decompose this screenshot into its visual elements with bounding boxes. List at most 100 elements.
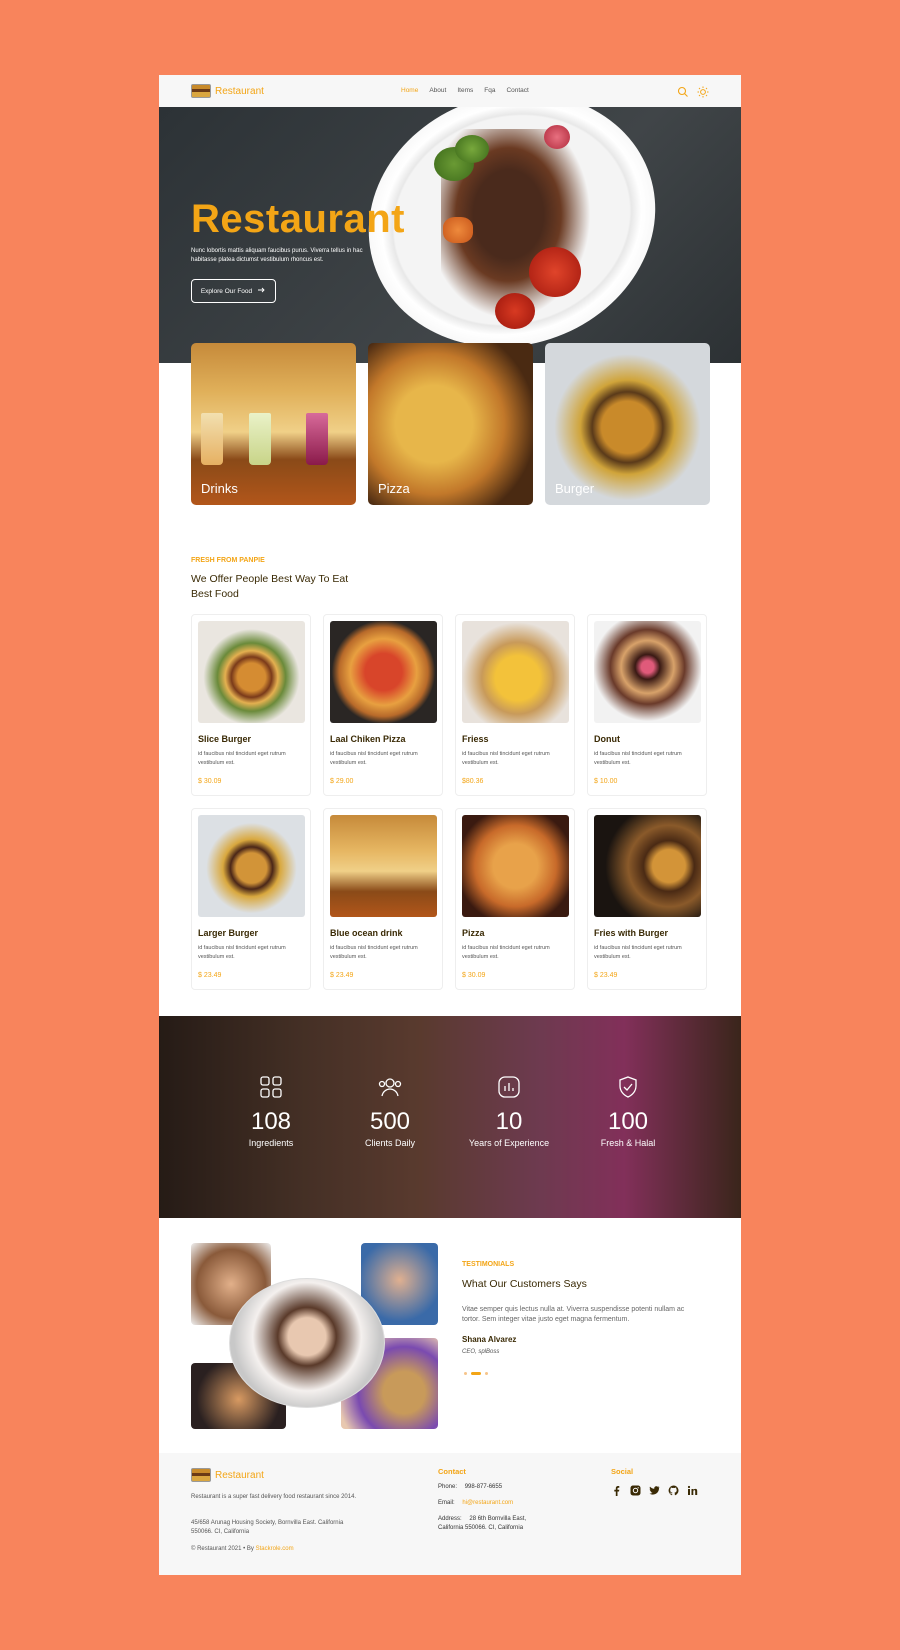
product-price: $ 23.49 [198,972,222,979]
carousel-dot[interactable] [464,1372,467,1375]
product-name: Blue ocean drink [330,928,403,938]
email-label: Email: [438,1500,455,1506]
footer-brand-name: Restaurant [215,1469,264,1481]
product-card[interactable]: Friess id faucibus nisl tincidunt eget r… [455,614,575,796]
arrow-right-icon [258,287,266,295]
stat-experience: 10 Years of Experience [454,1074,564,1148]
product-description: id faucibus nisl tincidunt eget rutrum v… [198,945,286,960]
category-label: Pizza [378,481,410,496]
product-description: id faucibus nisl tincidunt eget rutrum v… [462,751,550,766]
hero-description: Nunc lobortis mattis aliquam faucibus pu… [191,248,363,263]
menu-title-line1: We Offer People Best Way To Eat [191,573,349,585]
hero-title: Restaurant [191,197,405,241]
testimonial-author: Shana Alvarez [462,1335,517,1344]
product-description: id faucibus nisl tincidunt eget rutrum v… [462,945,550,960]
github-icon[interactable] [668,1483,679,1496]
menu-eyebrow: FRESH FROM PANPIE [191,557,265,564]
product-card[interactable]: Larger Burger id faucibus nisl tincidunt… [191,808,311,990]
stat-value: 500 [369,1108,411,1135]
nav-link-items[interactable]: Items [457,87,473,94]
product-image [594,815,701,917]
footer-brand[interactable]: Restaurant [191,1468,264,1482]
stat-fresh: 100 Fresh & Halal [573,1074,683,1148]
stat-value: 108 [250,1108,292,1135]
stat-value: 100 [607,1108,649,1135]
nav-link-contact[interactable]: Contact [506,87,528,94]
linkedin-icon[interactable] [687,1483,698,1495]
product-image [198,815,305,917]
phone-value[interactable]: 998-877-6655 [465,1484,502,1490]
navbar: Restaurant Home About Items Fqa Contact [159,75,741,107]
product-description: id faucibus nisl tincidunt eget rutrum v… [594,751,682,766]
footer-address: 45/658 Arunag Housing Society, Bornvilla… [191,1520,344,1535]
category-label: Burger [555,481,595,496]
search-icon[interactable] [677,85,689,97]
contact-phone: Phone: 998-877-6655 [438,1483,502,1492]
carrot-shape [443,217,473,243]
contact-email: Email: hi@restaurant.com [438,1499,513,1508]
testimonial-role: CEO, splBoss [462,1349,500,1355]
carousel-dot-active[interactable] [471,1372,481,1375]
carousel-dot[interactable] [485,1372,488,1375]
menu-title-line2: Best Food [191,588,239,600]
explore-food-button-label: Explore Our Food [200,287,253,295]
shield-icon [615,1074,641,1100]
product-image [462,621,569,723]
testimonial-eyebrow: TESTIMONIALS [462,1261,515,1268]
stat-value: 10 [495,1108,523,1135]
glass-shape [201,413,223,465]
broccoli-shape [455,135,489,163]
product-description: id faucibus nisl tincidunt eget rutrum v… [330,945,418,960]
product-price: $ 30.09 [462,972,486,979]
address-label: Address: [438,1516,462,1522]
burger-logo-icon [191,1468,211,1482]
category-card-burger[interactable]: Burger [545,343,710,505]
product-grid: Slice Burger id faucibus nisl tincidunt … [191,614,707,990]
nav-link-fqa[interactable]: Fqa [484,87,495,94]
product-card[interactable]: Donut id faucibus nisl tincidunt eget ru… [587,614,707,796]
product-card[interactable]: Fries with Burger id faucibus nisl tinci… [587,808,707,990]
tomato-shape [529,247,581,297]
product-description: id faucibus nisl tincidunt eget rutrum v… [198,751,286,766]
product-image [594,621,701,723]
testimonial-collage [191,1243,438,1429]
category-card-drinks[interactable]: Drinks [191,343,356,505]
email-value[interactable]: hi@restaurant.com [462,1500,513,1506]
stat-label: Clients Daily [364,1138,415,1148]
product-card[interactable]: Blue ocean drink id faucibus nisl tincid… [323,808,443,990]
nav-link-home[interactable]: Home [401,87,418,94]
nav-link-about[interactable]: About [429,87,446,94]
facebook-icon[interactable] [611,1483,622,1496]
phone-label: Phone: [438,1484,458,1490]
instagram-icon[interactable] [630,1483,641,1496]
stat-label: Ingredients [248,1138,294,1148]
product-price: $ 29.00 [330,778,354,785]
twitter-icon[interactable] [649,1483,660,1495]
nav-icons [677,85,709,98]
stat-label: Fresh & Halal [600,1138,656,1148]
stats-section: 108 Ingredients 500 Clients Daily 10 Yea… [159,1016,741,1218]
product-image [330,621,437,723]
product-image [198,621,305,723]
product-price: $ 10.00 [594,778,618,785]
brand-logo[interactable]: Restaurant [191,84,264,98]
product-image [462,815,569,917]
product-card[interactable]: Laal Chiken Pizza id faucibus nisl tinci… [323,614,443,796]
stat-ingredients: 108 Ingredients [216,1074,326,1148]
credit-link[interactable]: Stackrole.com [256,1546,294,1552]
glass-shape [306,413,328,465]
product-image [330,815,437,917]
product-price: $80.36 [462,778,484,785]
explore-food-button[interactable]: Explore Our Food [191,279,276,303]
address-line1: 28 6th Bornvilla East, [469,1516,527,1522]
category-label: Drinks [201,481,238,496]
grid-icon [258,1074,284,1100]
product-card[interactable]: Slice Burger id faucibus nisl tincidunt … [191,614,311,796]
category-card-pizza[interactable]: Pizza [368,343,533,505]
product-card[interactable]: Pizza id faucibus nisl tincidunt eget ru… [455,808,575,990]
sun-icon[interactable] [697,85,709,98]
radish-shape [544,125,570,149]
product-name: Friess [462,734,489,744]
footer-about: Restaurant is a super fast delivery food… [191,1494,357,1500]
social-icons [611,1483,698,1496]
